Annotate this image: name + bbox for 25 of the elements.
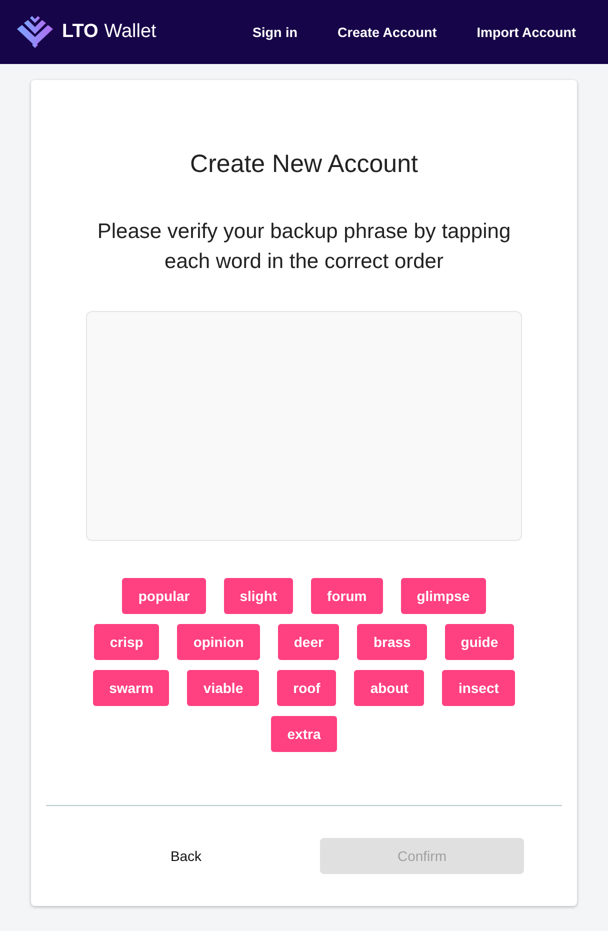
instruction-text: Please verify your backup phrase by tapping each word in the correct order — [96, 219, 512, 275]
word-chip[interactable]: forum — [311, 578, 383, 614]
word-chip[interactable]: glimpse — [400, 578, 486, 614]
logo-icon — [16, 15, 54, 49]
word-chip[interactable]: popular — [122, 578, 206, 614]
brand-name: Wallet — [104, 21, 156, 43]
word-chip[interactable]: crisp — [94, 624, 160, 660]
phrase-drop-area[interactable] — [86, 311, 522, 541]
word-chip[interactable]: insect — [442, 670, 515, 706]
word-chip[interactable]: opinion — [177, 624, 260, 660]
word-chip[interactable]: extra — [271, 716, 337, 752]
word-chip[interactable]: guide — [444, 624, 514, 660]
page-title: Create New Account — [190, 150, 418, 179]
back-button[interactable]: Back — [84, 838, 288, 874]
word-chip[interactable]: roof — [277, 670, 336, 706]
word-chip[interactable]: viable — [187, 670, 260, 706]
word-chip[interactable]: slight — [224, 578, 294, 614]
nav-link[interactable]: Create Account — [337, 24, 437, 40]
word-chip[interactable]: deer — [278, 624, 340, 660]
word-chip[interactable]: about — [354, 670, 424, 706]
word-chip[interactable]: brass — [357, 624, 427, 660]
word-chip[interactable]: swarm — [93, 670, 170, 706]
nav-link[interactable]: Import Account — [476, 24, 576, 40]
brand-name: LTO — [62, 21, 98, 43]
nav-link[interactable]: Sign in — [252, 24, 298, 40]
